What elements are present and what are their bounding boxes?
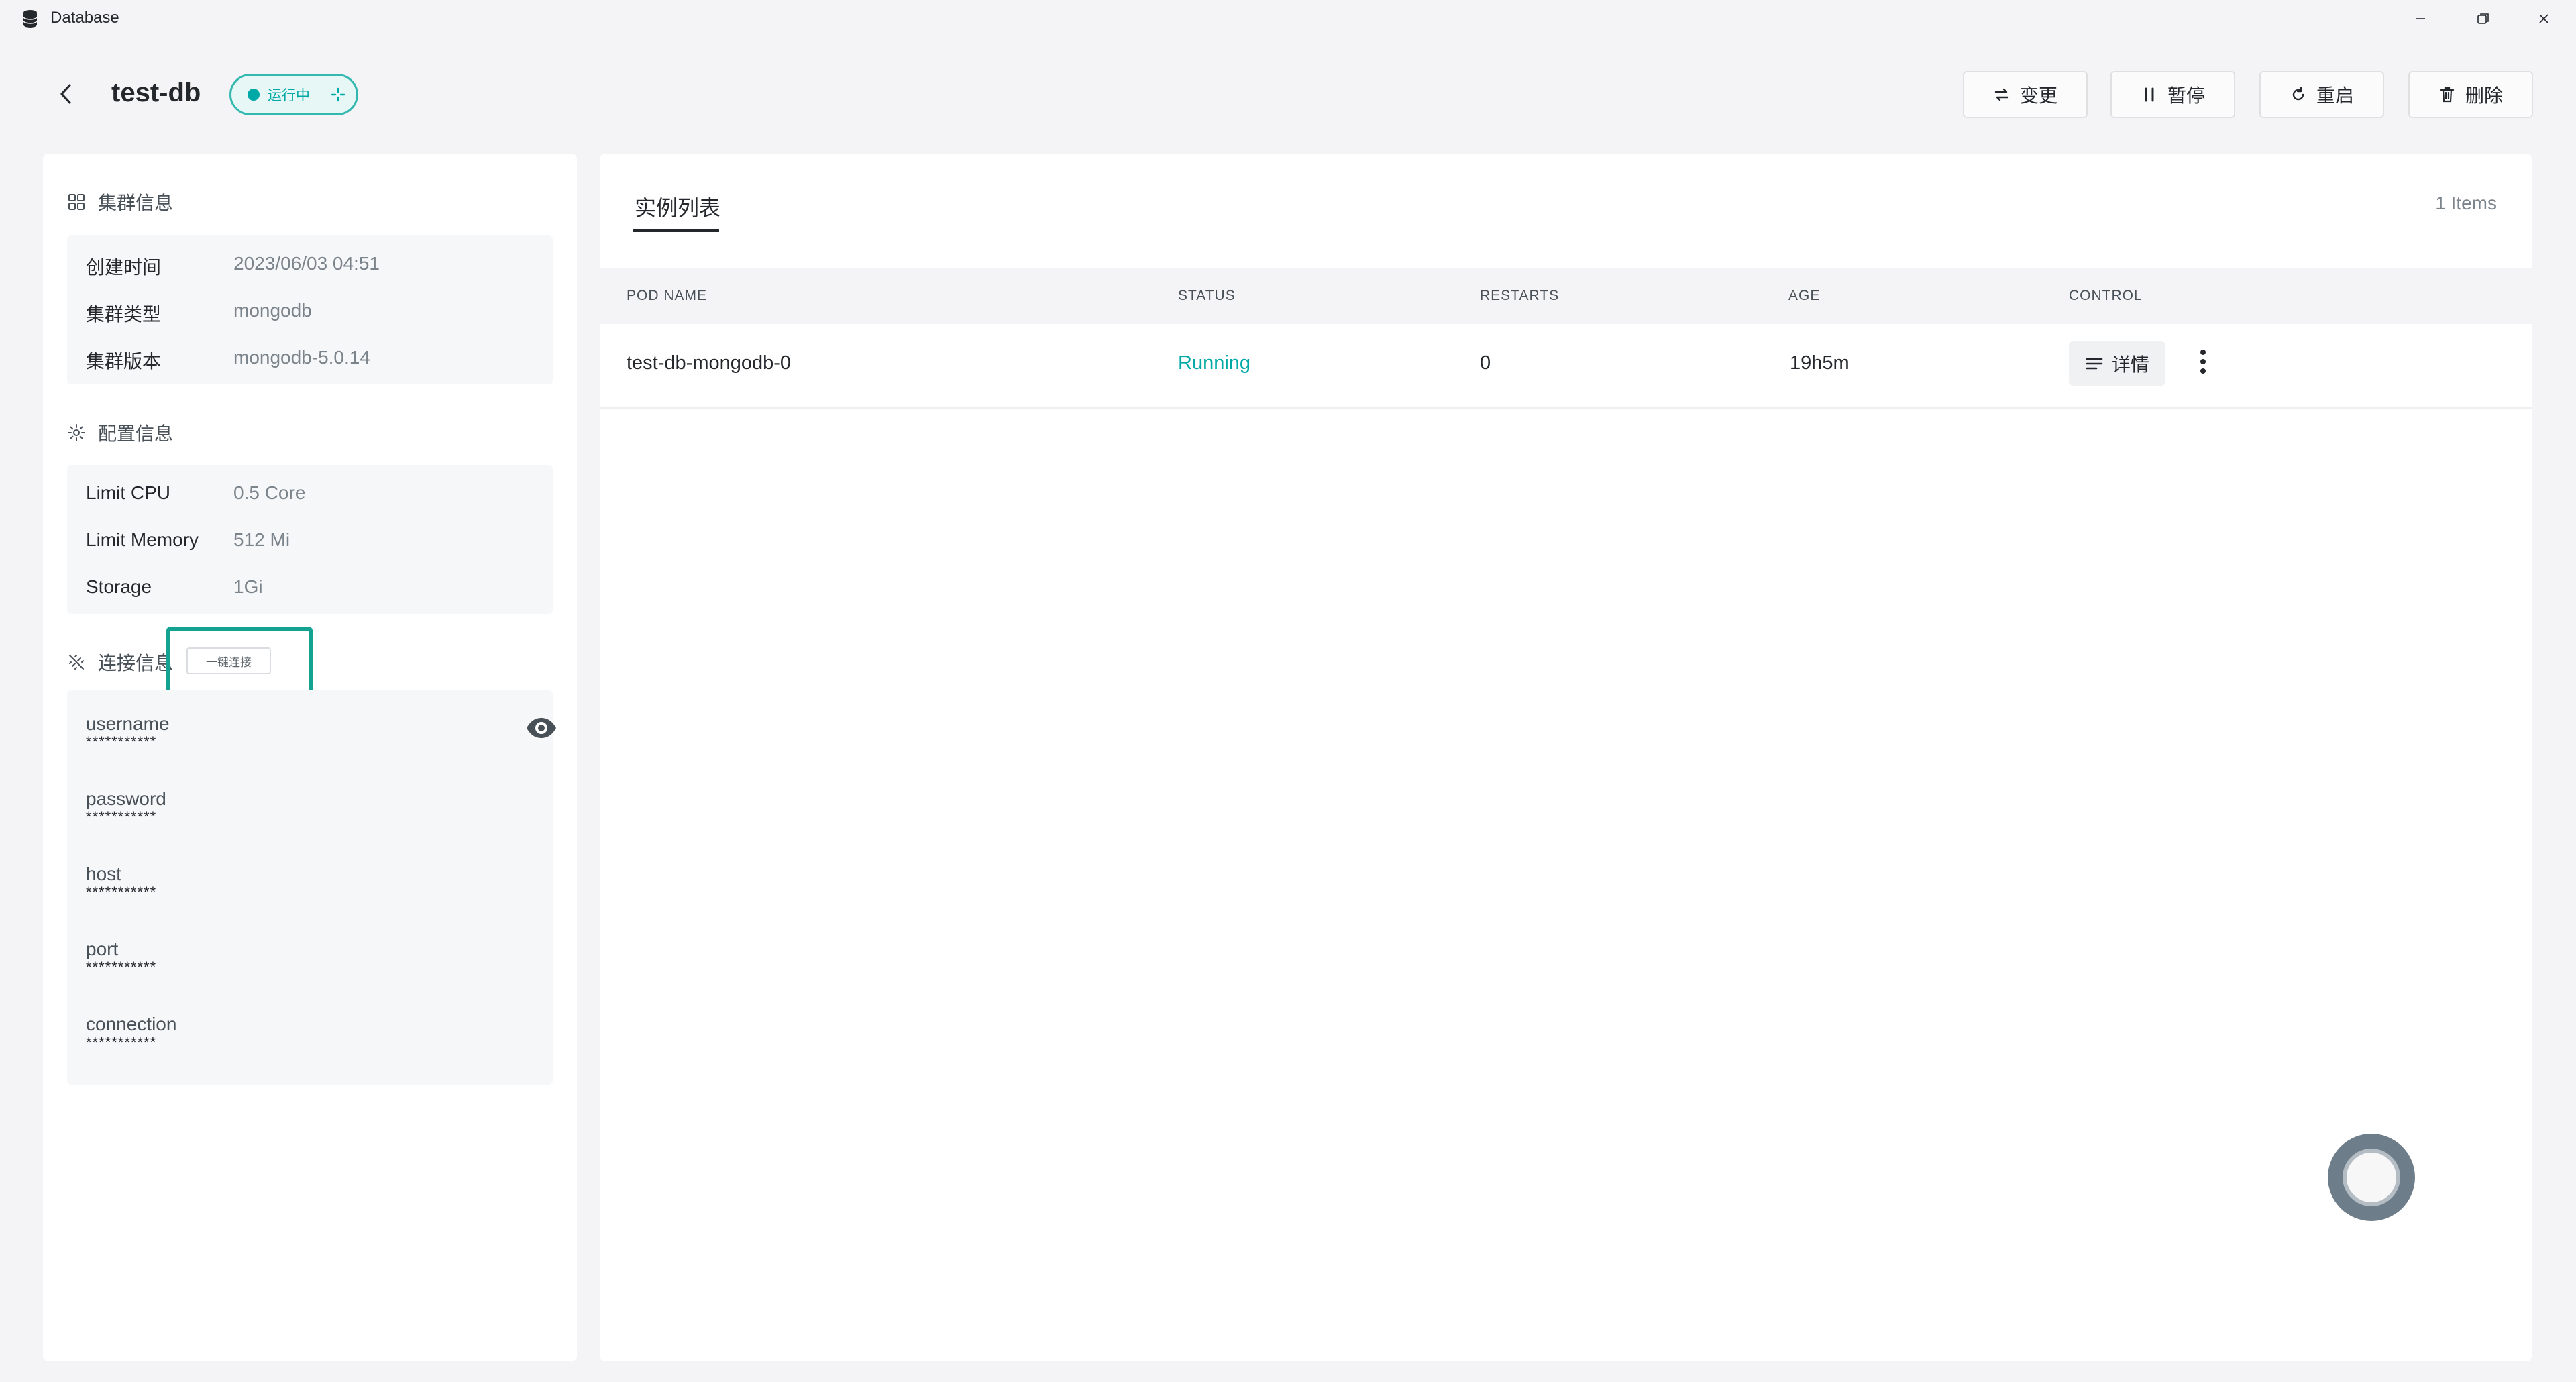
- status-text: 运行中: [268, 88, 310, 103]
- minimize-icon: [2416, 18, 2425, 19]
- cred-value: ***********: [86, 884, 157, 900]
- connection-info-label: 连接信息: [98, 653, 174, 674]
- info-value: mongodb-5.0.14: [233, 347, 370, 368]
- cred-username: username ***********: [86, 713, 170, 751]
- col-control: CONTROL: [2069, 288, 2143, 303]
- close-icon: [2539, 14, 2548, 23]
- status-badge: 运行中: [229, 74, 358, 115]
- delete-button[interactable]: 删除: [2408, 71, 2533, 118]
- info-key: 创建时间: [86, 257, 162, 278]
- pod-name: test-db-mongodb-0: [627, 352, 792, 374]
- col-status: STATUS: [1178, 288, 1236, 303]
- list-icon: [2086, 358, 2103, 370]
- window-titlebar: Database: [0, 0, 2576, 38]
- pod-status: Running: [1178, 352, 1251, 374]
- floating-assistant-button[interactable]: [2328, 1134, 2415, 1221]
- restore-button[interactable]: [2463, 5, 2504, 32]
- cred-port: port ***********: [86, 939, 156, 976]
- restart-label: 重启: [2316, 85, 2354, 106]
- config-value: 0.5 Core: [233, 482, 306, 503]
- swap-icon: [1994, 88, 2009, 101]
- cred-value: ***********: [86, 959, 157, 975]
- cluster-info-label: 集群信息: [98, 193, 174, 213]
- restart-icon: [2292, 87, 2304, 101]
- config-key: Limit Memory: [86, 529, 199, 550]
- config-info-label: 配置信息: [98, 423, 174, 444]
- cred-value: ***********: [86, 808, 157, 825]
- pause-icon: [2145, 87, 2154, 102]
- cred-password: password ***********: [86, 788, 166, 826]
- config-info-box: Limit CPU 0.5 Core Limit Memory 512 Mi S…: [67, 465, 553, 614]
- trash-icon: [2440, 87, 2455, 103]
- cred-label: password: [86, 788, 166, 809]
- eye-icon[interactable]: [525, 714, 558, 741]
- disconnected-link-icon: [69, 655, 84, 670]
- gear-icon: [68, 424, 85, 441]
- cred-value: ***********: [86, 733, 157, 750]
- back-button[interactable]: [52, 81, 79, 107]
- grid-icon: [68, 194, 85, 210]
- table-header: POD NAME STATUS RESTARTS AGE CONTROL: [600, 268, 2532, 324]
- cred-label: connection: [86, 1014, 177, 1034]
- change-button[interactable]: 变更: [1963, 71, 2088, 118]
- table-row: test-db-mongodb-0 Running 0 19h5m 详情: [600, 324, 2532, 409]
- pause-button[interactable]: 暂停: [2110, 71, 2235, 118]
- connection-info-title: 连接信息: [67, 649, 173, 676]
- database-icon: [23, 10, 38, 28]
- col-restarts: RESTARTS: [1480, 288, 1560, 303]
- pod-restarts: 0: [1480, 352, 1491, 374]
- restart-button[interactable]: 重启: [2259, 71, 2384, 118]
- pod-age: 19h5m: [1790, 352, 1849, 374]
- cred-label: host: [86, 863, 121, 884]
- info-value: 2023/06/03 04:51: [233, 253, 380, 274]
- delete-label: 删除: [2465, 85, 2503, 106]
- cluster-info-title: 集群信息: [67, 189, 173, 215]
- quick-connect-button[interactable]: 一键连接: [186, 647, 271, 674]
- chevron-left-icon: [60, 84, 71, 104]
- info-key: 集群类型: [86, 304, 162, 325]
- change-label: 变更: [2019, 85, 2057, 106]
- status-dot: [248, 89, 260, 101]
- cred-label: port: [86, 939, 119, 959]
- restore-icon: [2477, 13, 2489, 24]
- window-title: Database: [50, 9, 119, 27]
- cred-label: username: [86, 713, 170, 734]
- config-value: 1Gi: [233, 576, 263, 597]
- col-age: AGE: [1788, 288, 1821, 303]
- info-value: mongodb: [233, 300, 312, 321]
- detail-button[interactable]: 详情: [2069, 341, 2165, 386]
- col-pod-name: POD NAME: [627, 288, 708, 303]
- connection-info-box: username *********** password **********…: [67, 690, 556, 1085]
- detail-label: 详情: [2111, 354, 2149, 375]
- instances-panel: 实例列表 1 Items POD NAME STATUS RESTARTS AG…: [600, 154, 2532, 1361]
- details-panel: 集群信息 创建时间 2023/06/03 04:51 集群类型 mongodb …: [43, 154, 577, 1361]
- close-button[interactable]: [2524, 5, 2564, 32]
- tab-underline: [633, 229, 719, 232]
- cluster-info-box: 创建时间 2023/06/03 04:51 集群类型 mongodb 集群版本 …: [67, 235, 553, 384]
- page-title: test-db: [111, 78, 201, 107]
- config-info-title: 配置信息: [67, 419, 173, 446]
- items-count: 1 Items: [2435, 193, 2497, 213]
- floating-button-inner: [2343, 1149, 2400, 1206]
- cred-value: ***********: [86, 1034, 157, 1051]
- loading-sparkle-icon: [331, 87, 345, 102]
- more-options-button[interactable]: [2190, 343, 2216, 380]
- info-key: 集群版本: [86, 351, 162, 372]
- config-key: Storage: [86, 576, 152, 597]
- more-vertical-icon: [2200, 350, 2206, 374]
- cred-connection: connection ***********: [86, 1014, 176, 1051]
- config-value: 512 Mi: [233, 529, 290, 550]
- minimize-button[interactable]: [2400, 5, 2440, 32]
- config-key: Limit CPU: [86, 482, 171, 503]
- cred-host: host ***********: [86, 863, 156, 901]
- tab-instances[interactable]: 实例列表: [635, 191, 720, 222]
- pause-label: 暂停: [2167, 85, 2205, 106]
